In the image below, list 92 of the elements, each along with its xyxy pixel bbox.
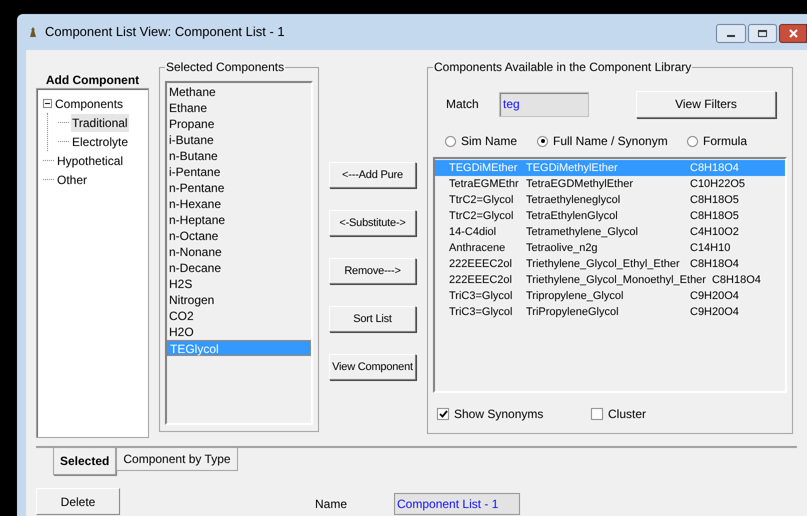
table-cell-text: C10H22O5 xyxy=(690,177,746,192)
library-row[interactable]: 222EEEC2ol Triethylene_Glycol_Monoethyl_Ether C8H18O4 xyxy=(435,272,785,288)
name-field[interactable]: Component List - 1 xyxy=(394,493,520,515)
table-cell-text: C9H20O4 xyxy=(690,289,739,304)
radio-label: Sim Name xyxy=(461,133,518,150)
library-row[interactable]: TriC3=Glycol Tripropylene_Glycol C9H20O4 xyxy=(435,288,785,304)
list-item[interactable]: n-Pentane xyxy=(167,180,311,196)
match-field[interactable]: teg xyxy=(499,92,589,116)
table-cell-text: Tetramethylene_Glycol xyxy=(526,225,639,240)
view-filters-button[interactable]: View Filters xyxy=(636,90,776,118)
tree-item[interactable]: Traditional xyxy=(71,114,129,132)
checkbox-label: Show Synonyms xyxy=(454,406,544,423)
checkbox-label: Cluster xyxy=(608,406,646,423)
radio-button[interactable] xyxy=(445,136,456,146)
action-button[interactable]: Remove---> xyxy=(329,258,416,284)
table-cell-text: C8H18O4 xyxy=(690,161,739,176)
list-item[interactable]: Methane xyxy=(167,84,311,100)
radio-label: Formula xyxy=(703,133,748,150)
list-item[interactable]: n-Hexane xyxy=(167,196,311,212)
table-cell-text: C8H18O5 xyxy=(690,193,739,208)
tree-item[interactable]: Electrolyte xyxy=(71,132,130,150)
list-item[interactable]: CO2 xyxy=(167,308,311,324)
list-item[interactable]: i-Pentane xyxy=(167,164,311,180)
table-cell-text: Triethylene_Glycol_Ethyl_Ether xyxy=(526,257,681,272)
table-cell-text: TtrC2=Glycol xyxy=(449,209,514,224)
table-cell-text: Triethylene_Glycol_Monoethyl_Ether xyxy=(526,273,707,288)
table-cell-text: TetraEGMEthr xyxy=(449,177,520,192)
tree-item[interactable]: Hypothetical xyxy=(56,152,124,170)
delete-button[interactable]: Delete xyxy=(36,488,120,515)
tree-item[interactable]: Components xyxy=(54,94,124,112)
table-cell-text: TriC3=Glycol xyxy=(449,289,514,304)
library-row[interactable]: 222EEEC2ol Triethylene_Glycol_Ethyl_Ether C8H18O4 xyxy=(435,256,785,272)
name-label: Name xyxy=(315,496,348,513)
table-cell-text: 222EEEC2ol xyxy=(449,257,513,272)
radio-button[interactable] xyxy=(687,136,698,146)
table-cell-text: TEGDiMethylEther xyxy=(526,161,619,176)
list-item[interactable]: H2S xyxy=(167,276,311,292)
checkbox[interactable] xyxy=(437,408,449,420)
table-cell-text: TriPropyleneGlycol xyxy=(526,305,620,320)
list-item[interactable]: Nitrogen xyxy=(167,292,311,308)
library-row[interactable]: TtrC2=Glycol Tetraethyleneglycol C8H18O5 xyxy=(435,192,785,208)
action-button[interactable]: Sort List xyxy=(329,306,416,332)
match-label: Match xyxy=(446,96,480,113)
app-icon xyxy=(29,27,37,37)
list-item[interactable]: i-Butane xyxy=(167,132,311,148)
table-cell-text: Tripropylene_Glycol xyxy=(526,289,624,304)
table-cell-text: 14-C4diol xyxy=(449,225,498,240)
list-item[interactable]: n-Nonane xyxy=(167,244,311,260)
action-button[interactable]: <-Substitute-> xyxy=(329,210,416,236)
table-cell-text: C14H10 xyxy=(690,241,730,256)
list-item[interactable]: Propane xyxy=(167,116,311,132)
list-item[interactable]: H2O xyxy=(167,324,311,340)
list-item[interactable]: Ethane xyxy=(167,100,311,116)
table-cell-text: 222EEEC2ol xyxy=(449,273,513,288)
library-row[interactable]: TetraEGMEthr TetraEGDMethylEther C10H22O5 xyxy=(435,176,785,192)
list-item[interactable]: n-Butane xyxy=(167,148,311,164)
table-cell-text: Anthracene xyxy=(449,241,506,256)
panel-title: Add Component xyxy=(44,72,140,88)
table-cell-text: C9H20O4 xyxy=(690,305,739,320)
table-cell-text: TetraEthylenGlycol xyxy=(526,209,619,224)
table-cell-text: TetraEGDMethylEther xyxy=(526,177,634,192)
close-icon[interactable] xyxy=(779,24,807,43)
collapse-icon[interactable] xyxy=(43,99,52,108)
table-cell-text: TriC3=Glycol xyxy=(449,305,514,320)
radio-label: Full Name / Synonym xyxy=(553,133,668,150)
list-item[interactable]: n-Decane xyxy=(167,260,311,276)
tab[interactable]: Component by Type xyxy=(116,448,238,471)
group-title: Selected Components xyxy=(165,59,286,76)
minimize-icon[interactable] xyxy=(716,24,746,43)
checkbox[interactable] xyxy=(591,408,603,420)
table-cell-text: Tetraolive_n2g xyxy=(526,241,599,256)
table-cell-text: C8H18O4 xyxy=(690,257,739,272)
maximize-icon[interactable] xyxy=(748,24,777,43)
library-row[interactable]: TtrC2=Glycol TetraEthylenGlycol C8H18O5 xyxy=(435,208,785,224)
table-cell-text: TEGDiMEther xyxy=(449,161,518,176)
window-title: Component List View: Component List - 1 xyxy=(45,23,286,42)
library-row[interactable]: 14-C4diol Tetramethylene_Glycol C4H10O2 xyxy=(435,224,785,240)
tree-item[interactable]: Other xyxy=(56,170,88,188)
table-cell-text: Tetraethyleneglycol xyxy=(526,193,622,208)
action-button[interactable]: View Component xyxy=(329,354,416,380)
radio-button[interactable] xyxy=(537,136,548,146)
table-cell-text: TtrC2=Glycol xyxy=(449,193,514,208)
library-row[interactable]: Anthracene Tetraolive_n2g C14H10 xyxy=(435,240,785,256)
table-cell-text: C8H18O5 xyxy=(690,209,739,224)
table-cell-text: C4H10O2 xyxy=(690,225,739,240)
table-cell-text: C8H18O4 xyxy=(712,273,761,288)
list-item[interactable]: n-Heptane xyxy=(167,212,311,228)
tab[interactable]: Selected xyxy=(53,448,116,475)
group-title: Components Available in the Component Library xyxy=(433,59,692,76)
library-row[interactable]: TriC3=Glycol TriPropyleneGlycol C9H20O4 xyxy=(435,304,785,320)
list-item[interactable]: n-Octane xyxy=(167,228,311,244)
action-button[interactable]: <---Add Pure xyxy=(329,162,416,188)
